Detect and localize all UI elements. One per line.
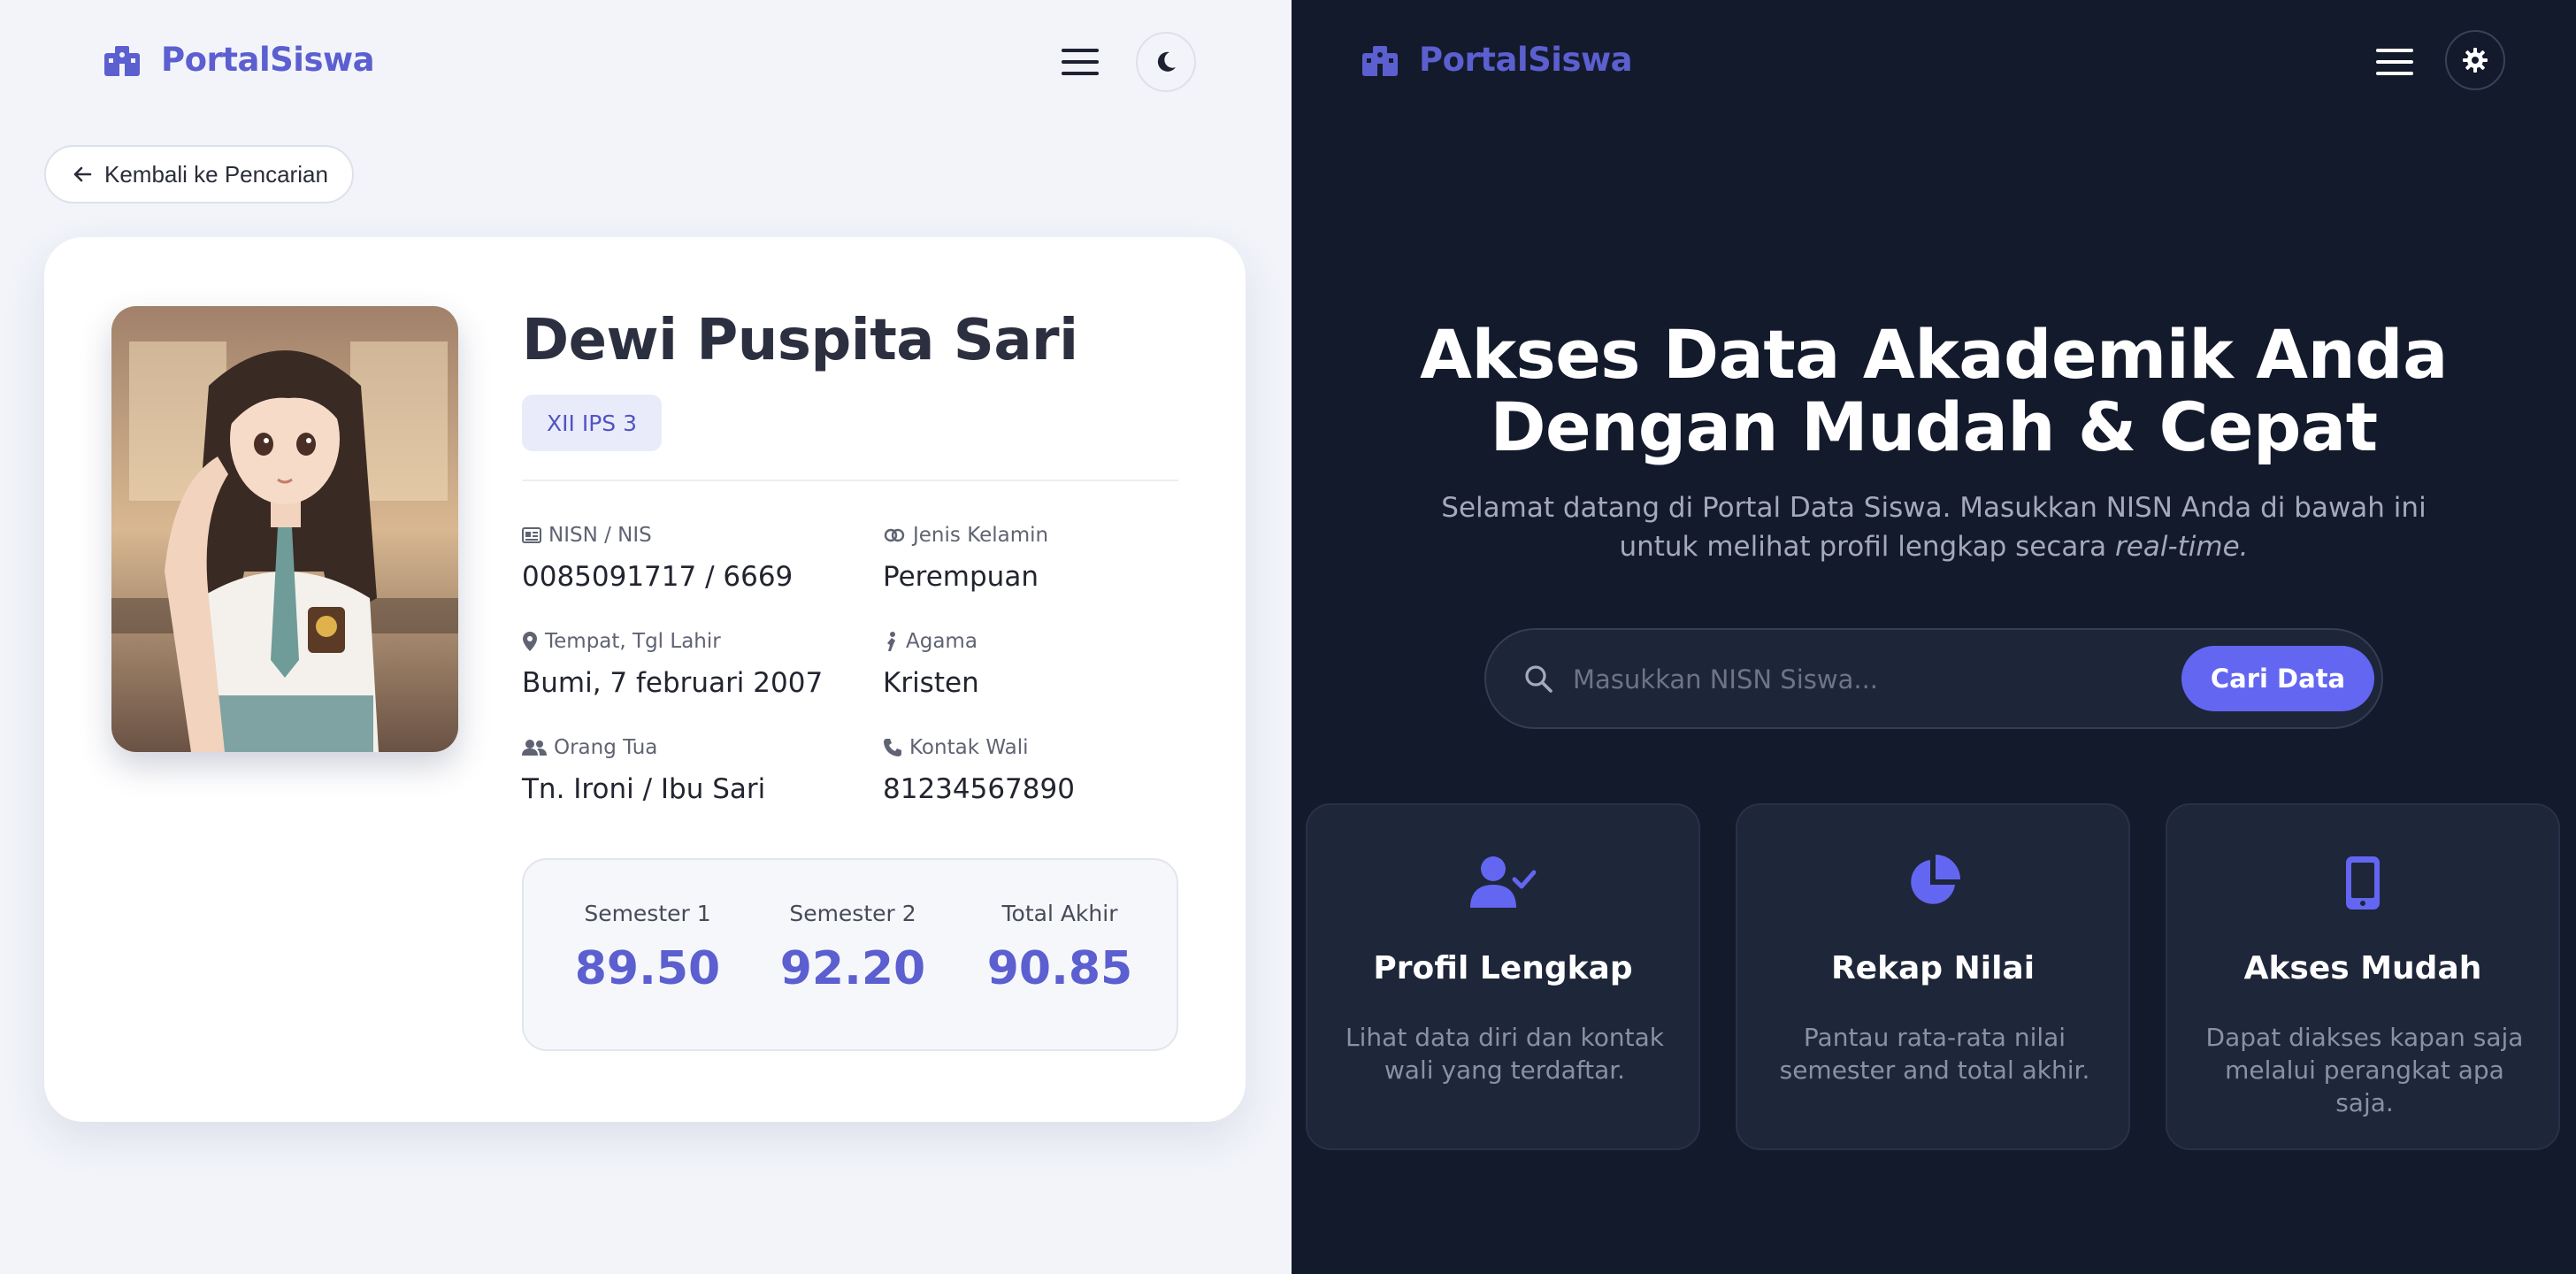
divider bbox=[522, 480, 1178, 481]
field-label: Tempat, Tgl Lahir bbox=[545, 630, 721, 653]
score-summary: Semester 1 89.50 Semester 2 92.20 Total … bbox=[522, 858, 1178, 1051]
field-religion: Agama Kristen bbox=[883, 628, 979, 699]
profile-page-light: PortalSiswa Kembali ke Pencarian Dewi Pu… bbox=[0, 0, 1292, 1274]
mobile-icon bbox=[2167, 855, 2558, 911]
menu-toggle-button[interactable] bbox=[1062, 49, 1099, 75]
feature-description: Pantau rata-rata nilai semester and tota… bbox=[1764, 1021, 2105, 1086]
score-value: 92.20 bbox=[779, 942, 926, 995]
feature-title: Rekap Nilai bbox=[1830, 950, 2036, 986]
feature-title: Profil Lengkap bbox=[1373, 950, 1633, 986]
feature-card-access: Akses Mudah Dapat diakses kapan saja mel… bbox=[2166, 803, 2560, 1150]
pie-chart-icon bbox=[1737, 855, 2128, 909]
feature-description-line: Pantau rata-rata nilai bbox=[1803, 1023, 2066, 1052]
feature-description: Dapat diakses kapan saja melalui perangk… bbox=[2194, 1021, 2535, 1119]
field-value: Bumi, 7 februari 2007 bbox=[522, 667, 824, 699]
search-bar: Cari Data bbox=[1484, 628, 2383, 729]
search-page-dark: PortalSiswa Akses Data Akademik Anda Den… bbox=[1292, 0, 2576, 1274]
hamburger-line bbox=[2376, 49, 2413, 52]
score-value: 89.50 bbox=[574, 942, 721, 995]
hamburger-line bbox=[1062, 60, 1099, 64]
hero-subtitle: Selamat datang di Portal Data Siswa. Mas… bbox=[1292, 488, 2576, 566]
search-submit-button[interactable]: Cari Data bbox=[2181, 646, 2374, 711]
hero-title: Akses Data Akademik Anda Dengan Mudah & … bbox=[1292, 318, 2576, 464]
users-icon bbox=[522, 740, 547, 756]
hero-subtitle-line: untuk melihat profil lengkap secara bbox=[1619, 531, 2116, 563]
school-icon bbox=[104, 45, 140, 76]
field-parents: Orang Tua Tn. Ironi / Ibu Sari bbox=[522, 734, 765, 805]
student-profile-card: Dewi Puspita Sari XII IPS 3 NISN / NIS 0… bbox=[44, 237, 1246, 1122]
hamburger-line bbox=[1062, 72, 1099, 75]
field-gender: Jenis Kelamin Perempuan bbox=[883, 522, 1048, 593]
user-check-icon bbox=[1307, 855, 1698, 909]
id-card-icon bbox=[522, 527, 541, 543]
score-label: Semester 2 bbox=[789, 901, 916, 926]
field-label: Jenis Kelamin bbox=[913, 524, 1049, 547]
hamburger-line bbox=[1062, 49, 1099, 52]
brand-logo-link[interactable]: PortalSiswa bbox=[103, 41, 375, 79]
settings-button[interactable] bbox=[2445, 30, 2505, 90]
field-value: Perempuan bbox=[883, 561, 1039, 593]
feature-card-profile: Profil Lengkap Lihat data diri dan konta… bbox=[1306, 803, 1700, 1150]
search-icon bbox=[1523, 664, 1553, 697]
brand-logo-link[interactable]: PortalSiswa bbox=[1361, 41, 1633, 79]
moon-icon bbox=[1157, 51, 1176, 72]
score-value: 90.85 bbox=[986, 942, 1133, 995]
feature-description-line: Dapat diakses kapan saja bbox=[2205, 1023, 2524, 1052]
location-pin-icon bbox=[523, 632, 537, 651]
class-badge: XII IPS 3 bbox=[522, 395, 662, 451]
pray-icon bbox=[887, 632, 895, 651]
score-semester-1: Semester 1 89.50 bbox=[550, 901, 745, 995]
score-total: Total Akhir 90.85 bbox=[962, 901, 1157, 995]
nisn-search-input[interactable] bbox=[1573, 656, 2104, 702]
field-label: Kontak Wali bbox=[909, 736, 1029, 759]
hamburger-line bbox=[2376, 60, 2413, 64]
field-label: NISN / NIS bbox=[548, 524, 652, 547]
feature-card-grades: Rekap Nilai Pantau rata-rata nilai semes… bbox=[1736, 803, 2130, 1150]
feature-description-line: wali yang terdaftar. bbox=[1384, 1055, 1626, 1085]
student-portrait-image bbox=[111, 306, 458, 752]
hamburger-line bbox=[2376, 72, 2413, 75]
feature-title: Akses Mudah bbox=[2243, 950, 2482, 986]
field-value: 81234567890 bbox=[883, 773, 1075, 805]
student-name: Dewi Puspita Sari bbox=[522, 308, 1078, 373]
arrow-left-icon bbox=[73, 166, 92, 182]
score-label: Total Akhir bbox=[1001, 901, 1118, 926]
field-value: Kristen bbox=[883, 667, 979, 699]
feature-description-line: semester and total akhir. bbox=[1779, 1055, 2090, 1085]
phone-icon bbox=[884, 739, 901, 756]
back-to-search-button[interactable]: Kembali ke Pencarian bbox=[44, 145, 354, 203]
field-birth: Tempat, Tgl Lahir Bumi, 7 februari 2007 bbox=[522, 628, 823, 699]
hero-title-line: Dengan Mudah & Cepat bbox=[1490, 388, 2378, 466]
hero-title-line: Akses Data Akademik Anda bbox=[1420, 315, 2448, 394]
hero-subtitle-emphasis: real-time. bbox=[2115, 531, 2249, 563]
theme-toggle-button[interactable] bbox=[1136, 32, 1196, 92]
back-button-label: Kembali ke Pencarian bbox=[104, 160, 328, 188]
student-photo bbox=[111, 306, 458, 752]
menu-toggle-button[interactable] bbox=[2376, 49, 2413, 75]
brand-name: PortalSiswa bbox=[1419, 41, 1633, 79]
field-label: Agama bbox=[906, 630, 978, 653]
brand-name: PortalSiswa bbox=[161, 41, 375, 79]
score-label: Semester 1 bbox=[584, 901, 711, 926]
field-value: 0085091717 / 6669 bbox=[522, 561, 794, 593]
feature-description: Lihat data diri dan kontak wali yang ter… bbox=[1334, 1021, 1675, 1086]
feature-description-line: Lihat data diri dan kontak bbox=[1346, 1023, 1664, 1052]
gear-icon bbox=[2463, 48, 2488, 73]
feature-description-line: melalui perangkat apa saja. bbox=[2225, 1055, 2504, 1117]
school-icon bbox=[1362, 45, 1398, 76]
score-semester-2: Semester 2 92.20 bbox=[755, 901, 950, 995]
field-guardian-contact: Kontak Wali 81234567890 bbox=[883, 734, 1075, 805]
field-nisn: NISN / NIS 0085091717 / 6669 bbox=[522, 522, 793, 593]
field-value: Tn. Ironi / Ibu Sari bbox=[522, 773, 766, 805]
field-label: Orang Tua bbox=[554, 736, 658, 759]
hero-subtitle-line: Selamat datang di Portal Data Siswa. Mas… bbox=[1441, 492, 2426, 524]
gender-icon bbox=[884, 528, 905, 542]
